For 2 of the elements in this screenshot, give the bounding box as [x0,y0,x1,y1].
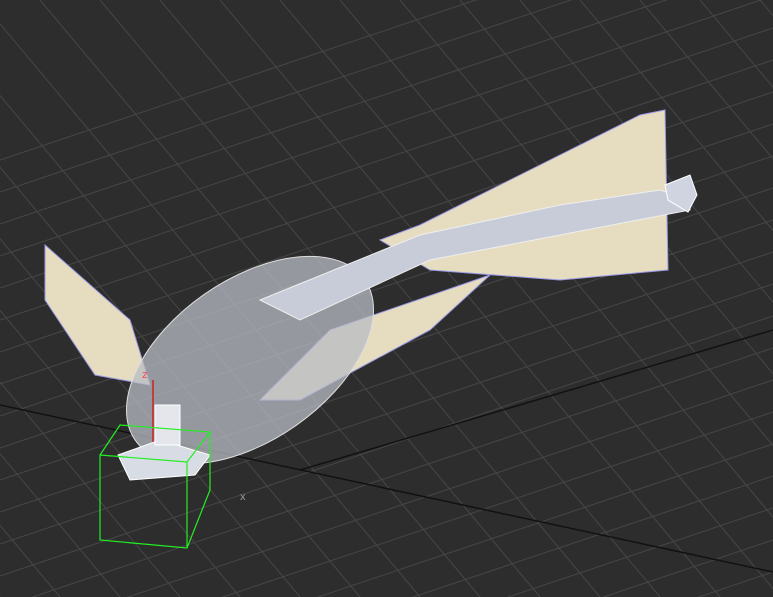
axis-label: z [142,369,148,381]
axis-label: x [240,491,246,503]
